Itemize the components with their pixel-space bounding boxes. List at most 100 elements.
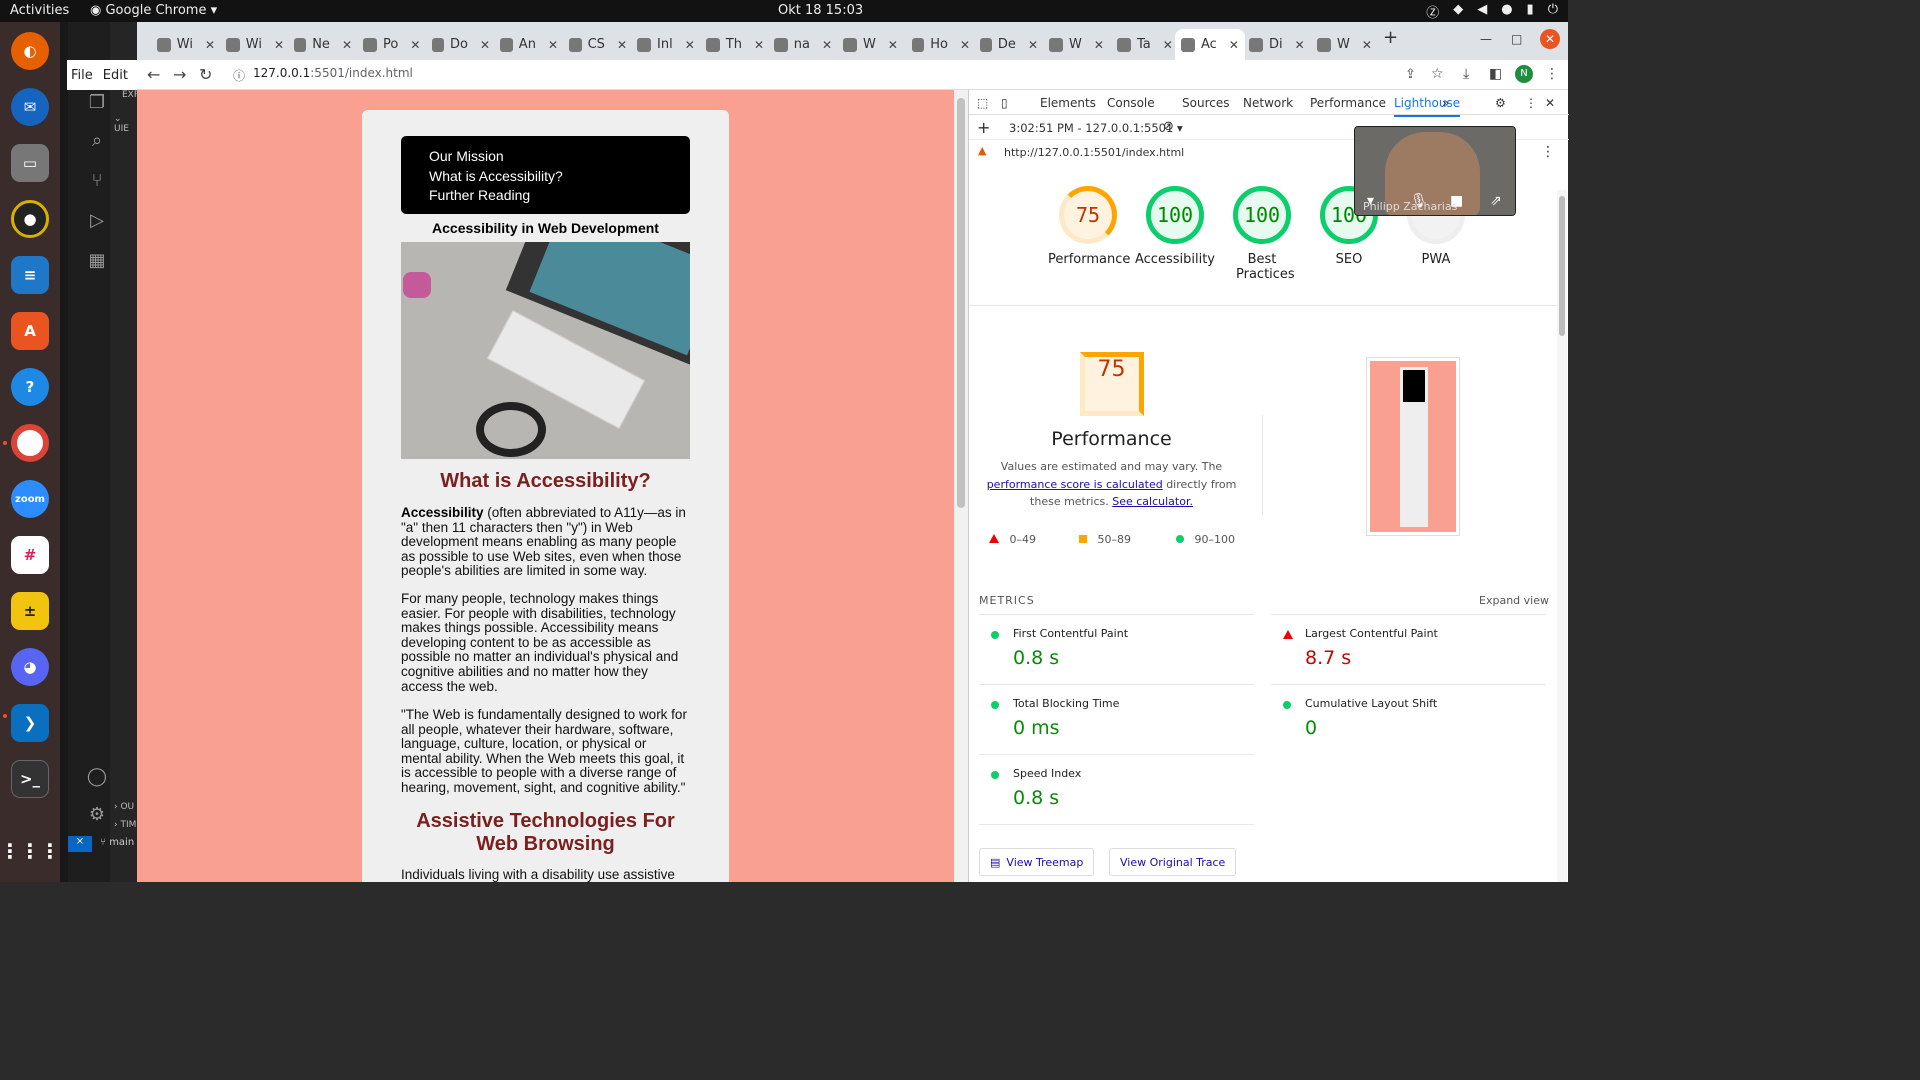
tab-close-icon[interactable]: ✕ xyxy=(822,38,832,52)
devtools-scrollbar[interactable] xyxy=(1557,190,1567,882)
maximize-button[interactable]: □ xyxy=(1511,32,1522,46)
close-window-button[interactable]: ✕ xyxy=(1540,29,1560,49)
extensions-icon[interactable]: ▦ xyxy=(86,250,108,272)
browser-tab[interactable]: Wi ✕ xyxy=(220,29,284,60)
browser-tab[interactable]: Th ✕ xyxy=(700,29,764,60)
report-selector[interactable]: 3:02:51 PM - 127.0.0.1:5501 ▾ xyxy=(1009,121,1183,135)
profile-avatar[interactable]: N xyxy=(1515,65,1533,83)
clear-icon[interactable]: ⊘ xyxy=(1163,119,1174,134)
settings-gear-icon[interactable]: ⚙ xyxy=(86,804,108,826)
tab-close-icon[interactable]: ✕ xyxy=(342,38,352,52)
devtools-settings-icon[interactable]: ⚙ xyxy=(1495,96,1506,110)
browser-tab[interactable]: Do ✕ xyxy=(426,29,490,60)
files-icon[interactable]: ▭ xyxy=(11,144,49,182)
browser-tab[interactable]: W ✕ xyxy=(1043,29,1107,60)
back-button[interactable]: ← xyxy=(147,65,160,84)
browser-tab[interactable]: CS ✕ xyxy=(563,29,627,60)
slack-icon[interactable]: # xyxy=(11,536,49,574)
tab-close-icon[interactable]: ✕ xyxy=(1094,38,1104,52)
expand-view-button[interactable]: Expand view xyxy=(1479,594,1549,607)
firefox-icon[interactable]: ◐ xyxy=(11,32,49,70)
address-bar[interactable]: 127.0.0.1:5501/index.html xyxy=(253,66,413,80)
tab-close-icon[interactable]: ✕ xyxy=(274,38,284,52)
calculator-icon[interactable]: ± xyxy=(11,592,49,630)
browser-tab[interactable]: Wi ✕ xyxy=(151,29,215,60)
chrome-menu-icon[interactable]: ⋮ xyxy=(1545,66,1559,82)
browser-tab[interactable]: W ✕ xyxy=(837,29,901,60)
clock[interactable]: Okt 18 15:03 xyxy=(778,3,863,18)
device-toolbar-icon[interactable]: ▯ xyxy=(1001,96,1008,110)
bookmark-star-icon[interactable]: ☆ xyxy=(1431,66,1444,82)
discord-icon[interactable]: ◕ xyxy=(11,648,49,686)
site-info-icon[interactable]: ⓘ xyxy=(233,67,245,84)
tab-sources[interactable]: Sources xyxy=(1182,96,1229,110)
minimize-button[interactable]: — xyxy=(1480,32,1492,46)
menu-edit[interactable]: Edit xyxy=(103,68,128,83)
tab-close-icon[interactable]: ✕ xyxy=(480,38,490,52)
help-icon[interactable]: ? xyxy=(11,368,49,406)
tab-console[interactable]: Console xyxy=(1107,96,1155,110)
tab-close-icon[interactable]: ✕ xyxy=(1362,38,1372,52)
browser-tab[interactable]: De ✕ xyxy=(974,29,1038,60)
outline-section[interactable]: › OU xyxy=(114,802,134,812)
devtools-menu-icon[interactable]: ⋮ xyxy=(1525,96,1537,110)
new-report-icon[interactable]: + xyxy=(977,118,990,137)
forward-button[interactable]: → xyxy=(173,65,186,84)
apps-grid-icon[interactable]: ⋮⋮⋮ xyxy=(0,832,60,870)
reload-button[interactable]: ↻ xyxy=(199,65,212,84)
pop-out-icon[interactable]: ⇗ xyxy=(1490,193,1502,209)
tab-elements[interactable]: Elements xyxy=(1040,96,1096,110)
activities-button[interactable]: Activities xyxy=(10,3,69,18)
browser-tab[interactable]: Ho ✕ xyxy=(906,29,970,60)
account-icon[interactable]: ◯ xyxy=(86,766,108,788)
view-treemap-button[interactable]: ▤ View Treemap xyxy=(979,848,1095,876)
tab-close-icon[interactable]: ✕ xyxy=(205,38,215,52)
download-icon[interactable]: ⤓ xyxy=(1463,66,1469,82)
browser-tab[interactable]: Ac ✕ xyxy=(1175,29,1245,60)
timeline-section[interactable]: › TIM xyxy=(114,820,136,830)
source-control-icon[interactable]: ⑂ xyxy=(86,170,108,192)
more-tabs-icon[interactable]: » xyxy=(1442,96,1449,110)
rhythmbox-icon[interactable]: ● xyxy=(11,200,49,238)
browser-tab[interactable]: Inl ✕ xyxy=(631,29,695,60)
browser-tab[interactable]: na ✕ xyxy=(768,29,832,60)
app-menu[interactable]: ◉ Google Chrome ▾ xyxy=(90,3,217,18)
tab-close-icon[interactable]: ✕ xyxy=(1229,38,1239,52)
browser-tab[interactable]: Ta ✕ xyxy=(1111,29,1175,60)
explorer-icon[interactable]: ❐ xyxy=(86,92,108,114)
tab-close-icon[interactable]: ✕ xyxy=(1295,38,1305,52)
app-center-icon[interactable]: A xyxy=(11,312,49,350)
browser-tab[interactable]: An ✕ xyxy=(494,29,558,60)
report-url[interactable]: http://127.0.0.1:5501/index.html xyxy=(1004,146,1184,159)
gauge-best-practices[interactable]: 100 Best Practices xyxy=(1222,186,1302,282)
run-debug-icon[interactable]: ▷ xyxy=(86,210,108,232)
side-panel-icon[interactable]: ◧ xyxy=(1489,66,1502,82)
nav-link-mission[interactable]: Our Mission xyxy=(429,147,662,167)
inspect-element-icon[interactable]: ⬚ xyxy=(977,96,988,110)
tab-lighthouse[interactable]: Lighthouse xyxy=(1394,96,1461,117)
tab-close-icon[interactable]: ✕ xyxy=(888,38,898,52)
terminal-icon[interactable]: >_ xyxy=(11,760,49,798)
new-tab-button[interactable]: + xyxy=(1383,27,1398,48)
page-scrollbar[interactable] xyxy=(954,90,968,882)
zoom-icon[interactable]: zoom xyxy=(11,480,49,518)
view-trace-button[interactable]: View Original Trace xyxy=(1109,848,1237,876)
report-menu-icon[interactable]: ⋮ xyxy=(1541,144,1555,160)
devtools-scroll-thumb[interactable] xyxy=(1559,196,1565,336)
chrome-icon[interactable] xyxy=(11,424,49,462)
tab-close-icon[interactable]: ✕ xyxy=(548,38,558,52)
tab-close-icon[interactable]: ✕ xyxy=(685,38,695,52)
remote-indicator[interactable]: ⨯ xyxy=(68,836,92,852)
browser-tab[interactable]: W ✕ xyxy=(1311,29,1375,60)
tab-close-icon[interactable]: ✕ xyxy=(617,38,627,52)
tab-network[interactable]: Network xyxy=(1243,96,1293,110)
zoom-tray-icon[interactable]: Ⓩ xyxy=(1426,2,1439,21)
nav-link-further[interactable]: Further Reading xyxy=(429,186,662,206)
vscode-icon[interactable]: ❯ xyxy=(11,704,49,742)
tab-close-icon[interactable]: ✕ xyxy=(1163,38,1173,52)
tab-performance[interactable]: Performance xyxy=(1310,96,1386,110)
menu-file[interactable]: File xyxy=(71,68,93,83)
calculator-link[interactable]: See calculator. xyxy=(1112,495,1193,508)
tab-close-icon[interactable]: ✕ xyxy=(410,38,420,52)
perf-score-link[interactable]: performance score is calculated xyxy=(987,478,1163,491)
